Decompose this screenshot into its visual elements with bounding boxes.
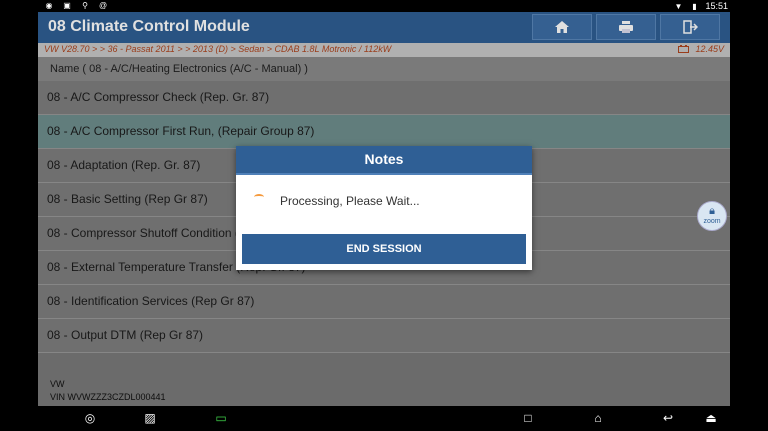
vci-icon[interactable]: ▭ xyxy=(213,411,229,425)
wifi-icon: ▼ xyxy=(674,1,683,11)
dialog-message: Processing, Please Wait... xyxy=(280,194,420,208)
zoom-label: zoom xyxy=(703,218,721,225)
app-window: 08 Climate Control Module VW V28.70 > > … xyxy=(38,12,730,406)
notes-dialog: Notes Processing, Please Wait... END SES… xyxy=(236,146,532,270)
at-icon: @ xyxy=(98,1,108,10)
zoom-button[interactable]: 🔒︎ zoom xyxy=(697,201,727,231)
status-bar: ◉ ▣ ⚲ @ ▼ ▮ 15:51 xyxy=(0,0,768,12)
status-time: 15:51 xyxy=(705,1,728,11)
menu-icon[interactable]: ⏏ xyxy=(703,411,719,425)
navigation-bar: ◎ ▨ ▭ □ ⌂ ↩ ⏏ xyxy=(0,406,768,431)
end-session-button[interactable]: END SESSION xyxy=(242,234,526,264)
battery-icon: ▮ xyxy=(692,1,697,11)
dialog-title: Notes xyxy=(236,146,532,175)
status-right-icons: ▼ ▮ 15:51 xyxy=(673,1,729,11)
back-icon[interactable]: ↩ xyxy=(660,411,676,425)
home-icon[interactable]: ⌂ xyxy=(590,411,606,425)
browser-icon[interactable]: ◎ xyxy=(82,411,98,425)
gallery-icon[interactable]: ▨ xyxy=(142,411,158,425)
recents-icon[interactable]: □ xyxy=(520,411,536,425)
lock-icon: 🔒︎ xyxy=(709,205,715,217)
image-icon: ▣ xyxy=(63,1,71,10)
loading-spinner-icon xyxy=(254,194,264,200)
eye-icon: ◉ xyxy=(45,1,53,10)
usb-icon: ⚲ xyxy=(82,1,88,10)
status-left-icons: ◉ ▣ ⚲ @ xyxy=(44,1,108,10)
